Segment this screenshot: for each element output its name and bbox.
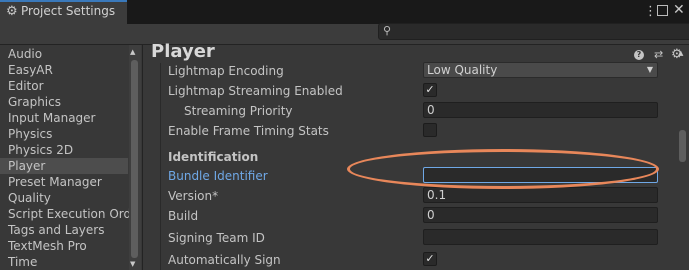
scroll-up-arrow-icon[interactable]: ▲ bbox=[678, 49, 683, 57]
page-title: Player bbox=[151, 41, 215, 62]
maximize-icon[interactable] bbox=[657, 5, 668, 16]
scroll-down-arrow-icon[interactable]: ▼ bbox=[130, 260, 135, 268]
sidebar-item-script-execution-order[interactable]: Script Execution Orde bbox=[8, 207, 139, 221]
signing-team-label: Signing Team ID bbox=[168, 231, 265, 245]
preset-icon[interactable]: ⇄ bbox=[654, 48, 663, 61]
sidebar-item-graphics[interactable]: Graphics bbox=[8, 95, 61, 109]
tab-title: Project Settings bbox=[21, 4, 116, 18]
sidebar-scrollbar-thumb[interactable] bbox=[131, 60, 138, 258]
sidebar-item-audio[interactable]: Audio bbox=[8, 47, 42, 61]
frame-timing-label: Enable Frame Timing Stats bbox=[168, 124, 329, 138]
lightmap-streaming-checkbox[interactable]: ✓ bbox=[423, 83, 437, 97]
search-icon: ⚲ bbox=[383, 24, 392, 37]
sidebar-item-physics[interactable]: Physics bbox=[8, 127, 52, 141]
auto-sign-checkbox[interactable]: ✓ bbox=[423, 252, 437, 266]
lightmap-encoding-label: Lightmap Encoding bbox=[168, 64, 284, 78]
version-field[interactable]: 0.1 bbox=[423, 187, 658, 203]
sidebar-item-tags-and-layers[interactable]: Tags and Layers bbox=[8, 223, 104, 237]
gear-icon: ⚙ bbox=[6, 4, 18, 19]
streaming-priority-label: Streaming Priority bbox=[184, 104, 293, 118]
annotation-ellipse bbox=[347, 149, 659, 189]
bundle-identifier-label: Bundle Identifier bbox=[168, 169, 268, 183]
sidebar-item-input-manager[interactable]: Input Manager bbox=[8, 111, 96, 125]
auto-sign-label: Automatically Sign bbox=[168, 253, 281, 267]
scroll-up-arrow-icon[interactable]: ▲ bbox=[130, 48, 135, 56]
streaming-priority-field[interactable]: 0 bbox=[423, 102, 658, 118]
sidebar-item-textmesh-pro[interactable]: TextMesh Pro bbox=[8, 239, 87, 253]
sidebar-item-quality[interactable]: Quality bbox=[8, 191, 51, 205]
sidebar-item-preset-manager[interactable]: Preset Manager bbox=[8, 175, 102, 189]
sidebar-item-editor[interactable]: Editor bbox=[8, 79, 44, 93]
sidebar-item-player[interactable]: Player bbox=[8, 159, 45, 173]
sidebar-item-time[interactable]: Time bbox=[8, 255, 37, 269]
lightmap-encoding-value: Low Quality bbox=[427, 63, 498, 77]
build-label: Build bbox=[168, 209, 199, 223]
main-scrollbar-thumb[interactable] bbox=[679, 130, 686, 162]
window-menu-icon[interactable]: ⋮ bbox=[644, 4, 657, 19]
search-input[interactable] bbox=[378, 23, 689, 40]
lightmap-encoding-dropdown[interactable]: Low Quality ▼ bbox=[423, 62, 658, 78]
signing-team-field[interactable] bbox=[423, 229, 658, 245]
frame-timing-checkbox[interactable] bbox=[423, 123, 437, 137]
sidebar-item-easyar[interactable]: EasyAR bbox=[8, 63, 53, 77]
chevron-down-icon: ▼ bbox=[646, 65, 653, 74]
help-icon[interactable]: ? bbox=[634, 50, 644, 60]
close-icon[interactable]: ✕ bbox=[673, 2, 685, 18]
version-label: Version* bbox=[168, 189, 219, 203]
lightmap-streaming-label: Lightmap Streaming Enabled bbox=[168, 84, 343, 98]
sidebar-item-physics-2d[interactable]: Physics 2D bbox=[8, 143, 73, 157]
build-field[interactable]: 0 bbox=[423, 207, 658, 223]
identification-header: Identification bbox=[168, 150, 259, 164]
